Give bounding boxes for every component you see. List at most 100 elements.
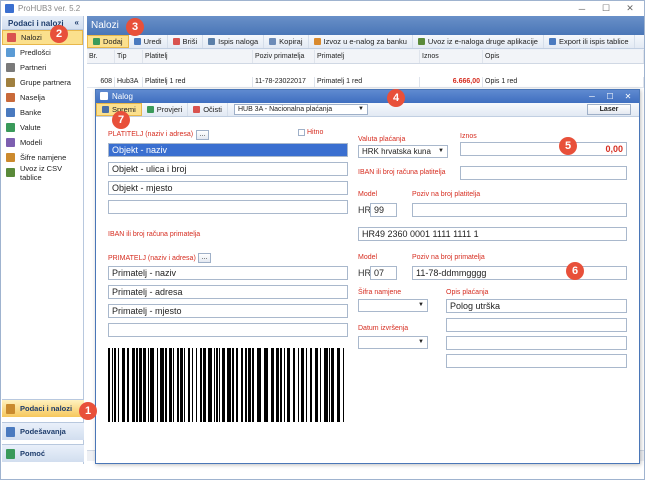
dialog-maximize-button[interactable]: ☐ [601,90,619,103]
edit-button[interactable]: Uredi [129,35,168,48]
annotation-badge-3: 3 [126,18,144,36]
payer-extra-field[interactable] [108,200,348,214]
amount-label: Iznos [460,133,477,140]
sidebar-item-templates[interactable]: Predlošci [2,45,83,60]
dialog-close-button[interactable]: ✕ [619,90,637,103]
sidebar-item-currency[interactable]: Valute [2,120,83,135]
copy-button[interactable]: Kopiraj [264,35,309,48]
payer-city-field[interactable]: Objekt - mjesto [108,181,348,195]
nav-group-settings[interactable]: Podešavanja [2,422,84,440]
nav-group-label: Podešavanja [20,427,66,436]
amount-field[interactable]: 0,00 [460,142,627,156]
purpose-codes-icon [6,153,15,162]
recipient-label: PRIMATELJ (naziv i adresa) [108,255,196,262]
nav-header: Podaci i nalozi « [2,16,83,30]
help-icon [6,448,15,459]
column-header[interactable]: Tip [115,50,143,63]
recipient-extra-field[interactable] [108,323,348,337]
copy-icon [269,38,277,45]
barcode-bar [271,348,274,422]
barcode-bar [188,348,190,422]
annotation-badge-5: 5 [559,137,577,155]
sidebar-item-models[interactable]: Modeli [2,135,83,150]
recipient-model-field[interactable]: 07 [370,266,397,280]
column-header[interactable]: Primatelj [315,50,420,63]
print-button[interactable]: Ispis naloga [203,35,265,48]
check-button[interactable]: Provjeri [142,103,189,116]
description-line-1[interactable]: Polog utrška [446,299,627,313]
edit-icon [133,38,141,45]
barcode-bar [127,348,129,422]
recipient-lookup-button[interactable]: ... [198,253,211,263]
currency-value: HRK hrvatska kuna [362,147,431,156]
clear-button[interactable]: Očisti [188,103,228,116]
form-type-select[interactable]: HUB 3A - Nacionalna plaćanja ▼ [233,104,368,115]
payer-model-field[interactable]: 99 [370,203,397,217]
barcode-bar [227,348,231,422]
payer-ref-field[interactable] [412,203,627,217]
close-button[interactable]: ✕ [618,1,642,16]
add-icon [93,38,100,45]
barcode-bar [136,348,138,422]
currency-label: Valuta plaćanja [358,136,406,143]
barcode-bar [108,348,110,422]
exec-date-label: Datum izvršenja [358,325,409,332]
urgent-checkbox[interactable] [298,129,305,136]
annotation-badge-6: 6 [566,262,584,280]
table-export-icon [548,38,556,45]
barcode-bar [184,348,185,422]
column-header[interactable]: Opis [483,50,644,63]
barcode-bar [276,348,279,422]
delete-button[interactable]: Briši [168,35,204,48]
description-line-4[interactable] [446,354,627,368]
column-header[interactable]: Poziv primatelja [253,50,315,63]
maximize-button[interactable]: ☐ [594,1,618,16]
purpose-code-select[interactable]: ▼ [358,299,428,312]
column-header[interactable]: Platitelj [143,50,253,63]
table-cell: Platitelj 1 red [143,77,253,87]
import-icon [417,38,425,45]
recipient-address-field[interactable]: Primatelj - adresa [108,285,348,299]
minimize-button[interactable]: ─ [570,1,594,16]
nav-group-help[interactable]: Pomoć [2,444,84,462]
sidebar-item-orders[interactable]: Nalozi [2,30,83,45]
column-header[interactable]: Br. [87,50,115,63]
add-button[interactable]: Dodaj [87,35,129,48]
export-button[interactable]: Izvoz u e-nalog za banku [309,35,413,48]
description-line-2[interactable] [446,318,627,332]
payer-lookup-button[interactable]: ... [196,130,209,140]
sidebar-item-banks[interactable]: Banke [2,105,83,120]
barcode-bar [165,348,167,422]
sidebar-item-partners[interactable]: Partneri [2,60,83,75]
laser-button[interactable]: Laser [587,104,631,115]
exec-date-picker[interactable]: ▼ [358,336,428,349]
recipient-city-field[interactable]: Primatelj - mjesto [108,304,348,318]
sidebar-item-partner-groups[interactable]: Grupe partnera [2,75,83,90]
currency-select[interactable]: HRK hrvatska kuna ▼ [358,145,448,158]
dialog-minimize-button[interactable]: ─ [583,90,601,103]
description-label: Opis plaćanja [446,289,489,296]
import-button[interactable]: Uvoz iz e-naloga druge aplikacije [413,35,544,48]
description-line-3[interactable] [446,336,627,350]
barcode-bar [160,348,164,422]
toolbar-button-label: Izvoz u e-nalog za banku [323,37,407,46]
iban-payer-field[interactable] [460,166,627,180]
barcode-bar [192,348,193,422]
payer-street-field[interactable]: Objekt - ulica i broj [108,162,348,176]
barcode-bar [150,348,154,422]
recipient-ref-field[interactable]: 11-78-ddmmgggg [412,266,627,280]
recipient-name-field[interactable]: Primatelj - naziv [108,266,348,280]
iban-recipient-field[interactable]: HR49 2360 0001 1111 1111 1 [358,227,627,241]
barcode-bar [208,348,212,422]
sidebar-item-csv-import[interactable]: Uvoz iz CSV tablice [2,164,83,182]
sidebar-item-places[interactable]: Naselja [2,90,83,105]
nav-group-data-orders[interactable]: Podaci i nalozi [2,399,84,417]
sidebar-item-label: Partneri [20,63,47,72]
column-header[interactable]: Iznos [420,50,483,63]
collapse-icon[interactable]: « [75,18,79,27]
nav-group-label: Podaci i nalozi [20,404,73,413]
payer-name-field[interactable]: Objekt - naziv [108,143,348,157]
barcode-bar [114,348,116,422]
table-row[interactable]: 608 Hub3A Platitelj 1 red 11-78-23022017 Pri… [87,77,644,88]
table-export-button[interactable]: Export ili ispis tablice [544,35,635,48]
